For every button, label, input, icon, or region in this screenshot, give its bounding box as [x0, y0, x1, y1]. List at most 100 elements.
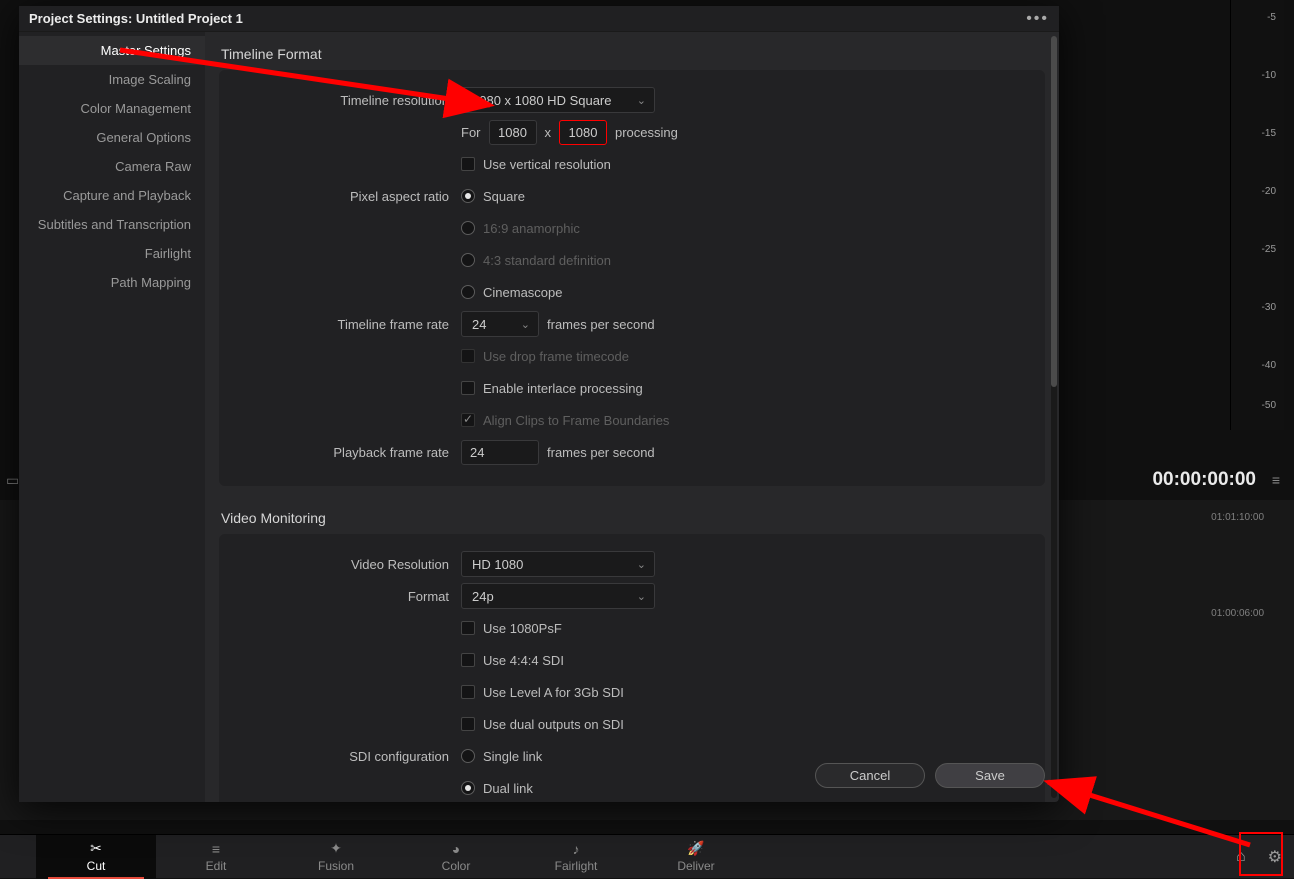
- input-width[interactable]: [489, 120, 537, 145]
- dialog-title: Project Settings: Untitled Project 1: [29, 11, 243, 26]
- scale-tick: -25: [1262, 244, 1276, 255]
- page-tab-label: Fairlight: [555, 859, 598, 873]
- page-tab-edit[interactable]: ≡ Edit: [156, 835, 276, 879]
- radio-sdi-single[interactable]: [461, 749, 475, 763]
- checkbox-levela[interactable]: [461, 685, 475, 699]
- page-tab-fairlight[interactable]: ♪ Fairlight: [516, 835, 636, 879]
- settings-sidebar: Master Settings Image Scaling Color Mana…: [19, 32, 205, 802]
- select-value: 24: [472, 317, 486, 332]
- page-tab-label: Edit: [206, 859, 227, 873]
- label-fps2: frames per second: [547, 445, 655, 460]
- timecode-display[interactable]: 00:00:00:00: [1152, 469, 1256, 491]
- input-playback-framerate[interactable]: [461, 440, 539, 465]
- label-sdi-single: Single link: [483, 749, 542, 764]
- radio-par-cinemascope[interactable]: [461, 285, 475, 299]
- label-drop-frame: Use drop frame timecode: [483, 349, 629, 364]
- fairlight-icon: ♪: [573, 841, 580, 857]
- chevron-down-icon: ⌄: [637, 558, 646, 571]
- label-1080psf: Use 1080PsF: [483, 621, 562, 636]
- section-video-monitoring: Video Resolution HD 1080 ⌄ Format 24p ⌄: [219, 534, 1045, 802]
- checkbox-444sdi[interactable]: [461, 653, 475, 667]
- timeline-ruler-tc: 01:01:10:00: [1211, 512, 1264, 523]
- section-timeline-format: Timeline resolution 1080 x 1080 HD Squar…: [219, 70, 1045, 486]
- dialog-footer: Cancel Save: [815, 763, 1045, 788]
- dialog-options-icon[interactable]: •••: [1026, 10, 1049, 28]
- timecode-menu-icon[interactable]: ≡: [1272, 472, 1280, 488]
- label-fps: frames per second: [547, 317, 655, 332]
- gear-icon[interactable]: ⚙: [1268, 847, 1282, 867]
- select-value: 24p: [472, 589, 494, 604]
- settings-content: Timeline Format Timeline resolution 1080…: [205, 32, 1059, 802]
- scale-tick: -30: [1262, 302, 1276, 313]
- label-444sdi: Use 4:4:4 SDI: [483, 653, 564, 668]
- scrollbar[interactable]: [1051, 36, 1057, 798]
- checkbox-dualout[interactable]: [461, 717, 475, 731]
- edit-icon: ≡: [212, 841, 220, 857]
- dialog-header: Project Settings: Untitled Project 1 •••: [19, 6, 1059, 32]
- label-par-cinemascope: Cinemascope: [483, 285, 563, 300]
- sidebar-item-path-mapping[interactable]: Path Mapping: [19, 268, 205, 297]
- sidebar-item-general-options[interactable]: General Options: [19, 123, 205, 152]
- scale-tick: -50: [1262, 400, 1276, 411]
- label-video-resolution: Video Resolution: [235, 557, 461, 572]
- select-format[interactable]: 24p ⌄: [461, 583, 655, 609]
- select-value: HD 1080: [472, 557, 523, 572]
- section-title-timeline-format: Timeline Format: [219, 42, 1045, 70]
- checkbox-1080psf[interactable]: [461, 621, 475, 635]
- checkbox-interlace[interactable]: [461, 381, 475, 395]
- cancel-button[interactable]: Cancel: [815, 763, 925, 788]
- timeline-view-icon[interactable]: ▭: [6, 472, 19, 489]
- scale-tick: -5: [1267, 12, 1276, 23]
- select-timeline-framerate[interactable]: 24 ⌄: [461, 311, 539, 337]
- home-icon[interactable]: ⌂: [1236, 848, 1246, 866]
- label-align-clips: Align Clips to Frame Boundaries: [483, 413, 669, 428]
- timeline-ruler-tc: 01:00:06:00: [1211, 608, 1264, 619]
- audio-meter-scale: -5 -10 -15 -20 -25 -30 -40 -50: [1230, 0, 1284, 430]
- label-timeline-resolution: Timeline resolution: [235, 93, 461, 108]
- scale-tick: -10: [1262, 70, 1276, 81]
- page-tab-label: Color: [442, 859, 471, 873]
- sidebar-item-color-management[interactable]: Color Management: [19, 94, 205, 123]
- sidebar-item-master-settings[interactable]: Master Settings: [19, 36, 205, 65]
- label-timeline-framerate: Timeline frame rate: [235, 317, 461, 332]
- sidebar-item-image-scaling[interactable]: Image Scaling: [19, 65, 205, 94]
- save-button[interactable]: Save: [935, 763, 1045, 788]
- color-icon: ◕: [452, 841, 460, 857]
- page-tab-cut[interactable]: ✂ Cut: [36, 835, 156, 879]
- label-sdi-dual: Dual link: [483, 781, 533, 796]
- label-par-square: Square: [483, 189, 525, 204]
- sidebar-item-capture-playback[interactable]: Capture and Playback: [19, 181, 205, 210]
- label-levela: Use Level A for 3Gb SDI: [483, 685, 624, 700]
- label-sdi-config: SDI configuration: [235, 749, 461, 764]
- checkbox-use-vertical[interactable]: [461, 157, 475, 171]
- label-playback-framerate: Playback frame rate: [235, 445, 461, 460]
- deliver-icon: 🚀: [687, 841, 704, 857]
- label-format: Format: [235, 589, 461, 604]
- sidebar-item-camera-raw[interactable]: Camera Raw: [19, 152, 205, 181]
- scale-tick: -15: [1262, 128, 1276, 139]
- input-height[interactable]: [559, 120, 607, 145]
- page-tab-label: Deliver: [677, 859, 714, 873]
- select-video-resolution[interactable]: HD 1080 ⌄: [461, 551, 655, 577]
- chevron-down-icon: ⌄: [637, 94, 646, 107]
- page-tab-label: Cut: [87, 859, 106, 873]
- radio-sdi-dual[interactable]: [461, 781, 475, 795]
- radio-par-169: [461, 221, 475, 235]
- label-pixel-aspect: Pixel aspect ratio: [235, 189, 461, 204]
- label-use-vertical: Use vertical resolution: [483, 157, 611, 172]
- fusion-icon: ✦: [330, 841, 342, 857]
- radio-par-square[interactable]: [461, 189, 475, 203]
- page-tab-color[interactable]: ◕ Color: [396, 835, 516, 879]
- sidebar-item-fairlight[interactable]: Fairlight: [19, 239, 205, 268]
- page-bar: ✂ Cut ≡ Edit ✦ Fusion ◕ Color ♪ Fairligh…: [0, 834, 1294, 878]
- chevron-down-icon: ⌄: [637, 590, 646, 603]
- select-timeline-resolution[interactable]: 1080 x 1080 HD Square ⌄: [461, 87, 655, 113]
- sidebar-item-subtitles[interactable]: Subtitles and Transcription: [19, 210, 205, 239]
- scale-tick: -20: [1262, 186, 1276, 197]
- cut-icon: ✂: [90, 841, 102, 857]
- scale-tick: -40: [1262, 360, 1276, 371]
- page-tab-deliver[interactable]: 🚀 Deliver: [636, 835, 756, 879]
- project-settings-dialog: Project Settings: Untitled Project 1 •••…: [19, 6, 1059, 802]
- page-tab-fusion[interactable]: ✦ Fusion: [276, 835, 396, 879]
- label-for: For: [461, 125, 481, 140]
